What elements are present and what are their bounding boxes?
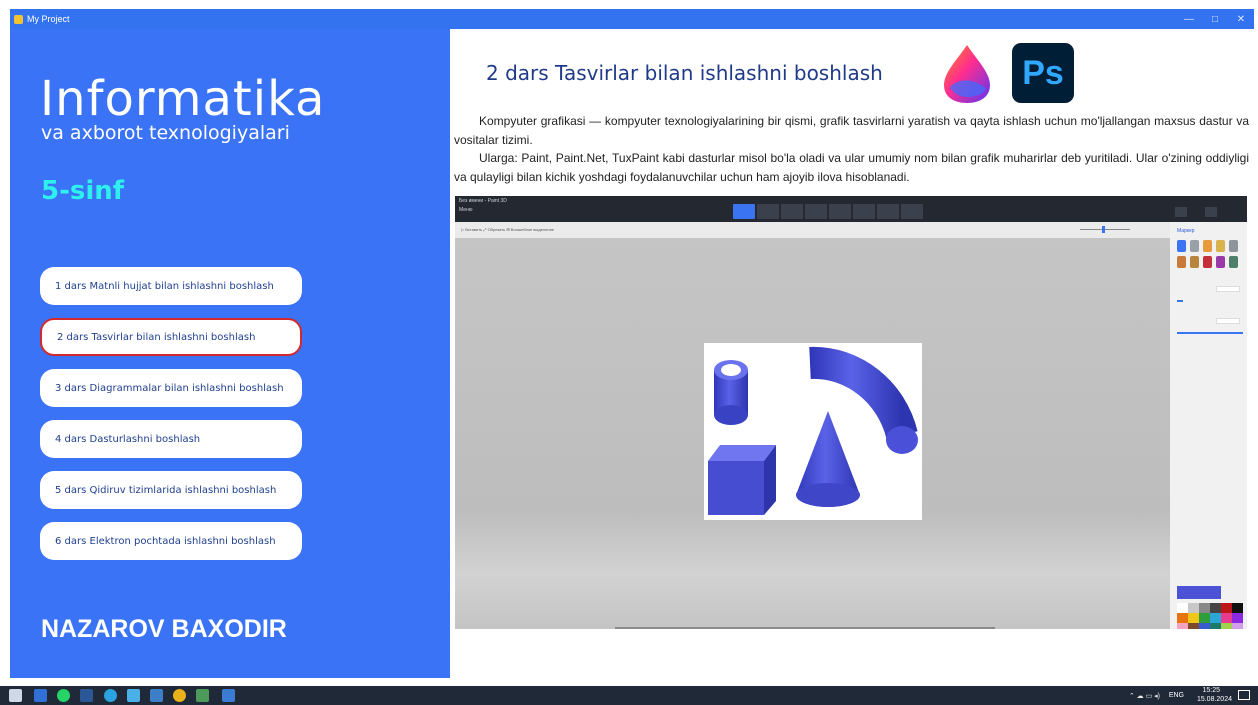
tool-3d-shapes-icon bbox=[781, 204, 803, 219]
paint3d-menubar: Без имени - Paint 3D Меню bbox=[455, 196, 1247, 222]
lesson-button-5[interactable]: 5 dars Qidiruv tizimlarida ishlashni bos… bbox=[40, 471, 302, 509]
current-color-swatch bbox=[1177, 586, 1221, 599]
paint3d-menu-label: Меню bbox=[459, 207, 473, 213]
tool-effects-icon bbox=[853, 204, 875, 219]
start-windows-icon[interactable] bbox=[9, 689, 22, 702]
windows-taskbar: ⌃ ☁ ▭ ◂) ENG 15:25 15.08.2024 bbox=[0, 686, 1258, 705]
telegram-icon[interactable] bbox=[104, 689, 117, 702]
cube-shape bbox=[708, 445, 776, 515]
lesson-button-2-active[interactable]: 2 dars Tasvirlar bilan ishlashni boshlas… bbox=[40, 318, 302, 356]
tool-2d-shapes-icon bbox=[757, 204, 779, 219]
thickness-slider bbox=[1177, 300, 1183, 302]
eraser-icon bbox=[1190, 256, 1199, 268]
paragraph-1: Kompyuter grafikasi — kompyuter texnolog… bbox=[454, 114, 1249, 147]
app-10-icon[interactable] bbox=[34, 689, 47, 702]
calligraphy-pen-icon bbox=[1190, 240, 1199, 252]
tray-icons: ⌃ ☁ ▭ ◂) bbox=[1128, 693, 1160, 700]
paint3d-toolbar: ▷ Вставить ⤢ Обрезать ⊞ Волшебное выделе… bbox=[455, 222, 1170, 238]
paint3d-side-panel: Маркер bbox=[1170, 222, 1247, 629]
paint3d-tool-tabs bbox=[733, 204, 925, 219]
chrome-icon[interactable] bbox=[173, 689, 186, 702]
subject-subtitle: va axborot texnologiyalari bbox=[41, 122, 290, 144]
opacity-slider bbox=[1177, 332, 1243, 334]
sidebar: Informatika va axborot texnologiyalari 5… bbox=[10, 29, 450, 678]
cone-shape bbox=[796, 411, 860, 507]
whatsapp-icon[interactable] bbox=[57, 689, 70, 702]
window-title: My Project bbox=[27, 14, 70, 24]
pencil-icon bbox=[1177, 256, 1186, 268]
my-project-app-icon[interactable] bbox=[222, 689, 235, 702]
tool-library-icon bbox=[901, 204, 923, 219]
color-palette bbox=[1177, 603, 1244, 629]
thickness-field bbox=[1216, 286, 1240, 292]
app-window: My Project — □ ✕ Informatika va axborot … bbox=[0, 0, 1258, 705]
fill-icon bbox=[1229, 256, 1238, 268]
app-green-icon[interactable] bbox=[196, 689, 209, 702]
lesson-button-3[interactable]: 3 dars Diagrammalar bilan ishlashni bosh… bbox=[40, 369, 302, 407]
crayon-icon bbox=[1203, 256, 1212, 268]
paint3d-window-title: Без имени - Paint 3D bbox=[459, 198, 507, 204]
main-content: 2 dars Tasvirlar bilan ishlashni boshlas… bbox=[450, 29, 1254, 678]
paint3d-toolbar-actions: ▷ Вставить ⤢ Обрезать ⊞ Волшебное выделе… bbox=[461, 227, 555, 232]
app-blue-icon[interactable] bbox=[150, 689, 163, 702]
clock-date: 15.08.2024 bbox=[1196, 696, 1232, 703]
marker-brush-icon bbox=[1177, 240, 1186, 252]
tool-brushes-icon bbox=[733, 204, 755, 219]
word-icon[interactable] bbox=[80, 689, 93, 702]
paragraph-2: Ularga: Paint, Paint.Net, TuxPaint kabi … bbox=[454, 151, 1249, 184]
paint3d-canvas bbox=[704, 343, 922, 520]
app-icon bbox=[14, 14, 23, 24]
subject-title: Informatika bbox=[40, 71, 326, 127]
fresco-logo-icon bbox=[944, 45, 990, 103]
lesson-button-1[interactable]: 1 dars Matnli hujjat bilan ishlashni bos… bbox=[40, 267, 302, 305]
lesson-button-4[interactable]: 4 dars Dasturlashni boshlash bbox=[40, 420, 302, 458]
watercolor-icon bbox=[1216, 240, 1225, 252]
language-indicator[interactable]: ENG bbox=[1169, 692, 1184, 699]
paste-icon bbox=[1175, 207, 1187, 217]
close-button[interactable]: ✕ bbox=[1228, 14, 1254, 25]
clock-time: 15:25 bbox=[1202, 687, 1220, 694]
canvas-scrollbar bbox=[615, 627, 995, 629]
maximize-button[interactable]: □ bbox=[1202, 14, 1228, 25]
file-explorer-icon[interactable] bbox=[127, 689, 140, 702]
title-bar: My Project — □ ✕ bbox=[10, 9, 1254, 29]
tool-text-icon bbox=[829, 204, 851, 219]
minimize-button[interactable]: — bbox=[1176, 14, 1202, 25]
opacity-field bbox=[1216, 318, 1240, 324]
window-controls: — □ ✕ bbox=[1176, 14, 1254, 25]
tool-stickers-icon bbox=[805, 204, 827, 219]
zoom-slider bbox=[1080, 226, 1130, 233]
notifications-icon[interactable] bbox=[1238, 690, 1250, 700]
pixel-pen-icon bbox=[1229, 240, 1238, 252]
lesson-button-6[interactable]: 6 dars Elektron pochtada ishlashni boshl… bbox=[40, 522, 302, 560]
grade-label: 5-sinf bbox=[41, 176, 125, 206]
marker-panel-title: Маркер bbox=[1177, 228, 1195, 234]
lesson-title: 2 dars Tasvirlar bilan ishlashni boshlas… bbox=[486, 61, 883, 85]
author-name: NAZAROV BAXODIR bbox=[41, 615, 287, 643]
tool-canvas-icon bbox=[877, 204, 899, 219]
spray-can-icon bbox=[1216, 256, 1225, 268]
paint3d-screenshot: Без имени - Paint 3D Меню ▷ Вставить ⤢ О… bbox=[455, 196, 1247, 629]
photoshop-logo-icon: Ps bbox=[1012, 43, 1074, 103]
lesson-text: Kompyuter grafikasi — kompyuter texnolog… bbox=[454, 112, 1249, 186]
history-icon bbox=[1205, 207, 1217, 217]
cylinder-tube-shape bbox=[714, 360, 748, 425]
oil-brush-icon bbox=[1203, 240, 1212, 252]
